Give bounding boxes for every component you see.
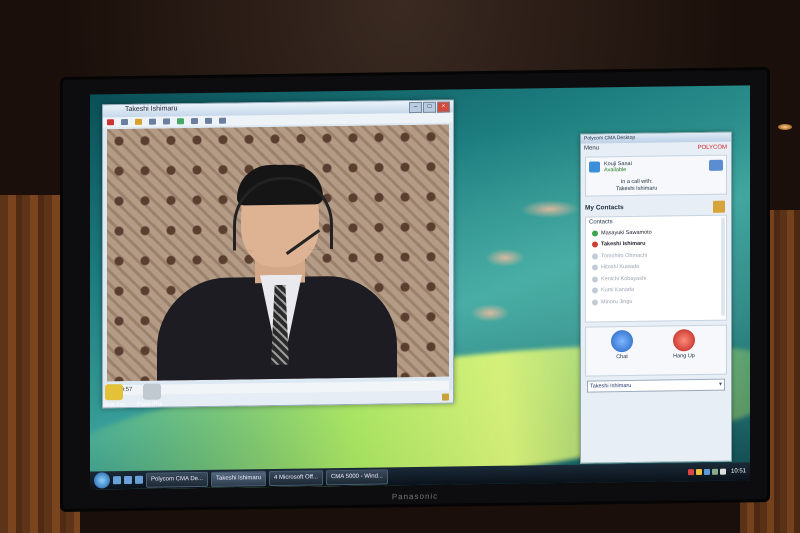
presence-icon [592, 241, 598, 248]
end-call-icon[interactable] [107, 119, 114, 126]
layout-icon[interactable] [191, 118, 198, 125]
hang-up-button[interactable]: Hang Up [670, 329, 698, 359]
presence-icon [592, 230, 598, 237]
tray-icon[interactable] [687, 469, 694, 476]
call-actions: Chat Hang Up [585, 324, 727, 377]
volume-icon[interactable] [149, 118, 156, 125]
user-status[interactable]: Available [604, 167, 626, 173]
call-info: In a call with: Takeshi Ishimaru [616, 178, 658, 193]
contacts-panel[interactable]: Polycom CMA Desktop Menu POLYCOM Kouji S… [580, 131, 732, 464]
presence-icon [592, 264, 598, 271]
start-button[interactable] [94, 472, 110, 489]
polycom-logo: POLYCOM [697, 144, 727, 152]
quick-launch-icon[interactable] [135, 475, 143, 484]
share-icon[interactable] [177, 118, 184, 125]
avatar [589, 161, 600, 173]
contact-list[interactable]: Contacts Masayuki Sawamoto Takeshi Ishim… [585, 214, 727, 323]
presence-icon [592, 276, 598, 283]
television: Takeshi Ishimaru – □ × BlueJon PowerPoi.… [60, 67, 770, 512]
presence-card: Kouji Sanai Available In a call with: Ta… [585, 154, 727, 197]
ceiling-light [778, 124, 792, 130]
quick-launch-icon[interactable] [113, 476, 121, 485]
lock-icon [442, 393, 449, 401]
speaker-icon[interactable] [163, 118, 170, 125]
video-call-window[interactable]: Takeshi Ishimaru – □ × [102, 99, 454, 409]
settings-icon[interactable] [219, 117, 226, 124]
tray-icon[interactable] [703, 468, 710, 475]
window-title: Takeshi Ishimaru [125, 105, 178, 114]
presence-icon [592, 299, 598, 306]
chat-icon [611, 329, 633, 353]
bluejon-icon [105, 384, 123, 401]
minimize-icon[interactable]: – [409, 101, 422, 114]
contact-row[interactable]: Minoru Jingu [586, 295, 726, 308]
menu-button[interactable]: Menu POLYCOM [581, 142, 731, 155]
remote-video-feed [107, 124, 449, 382]
quick-launch-icon[interactable] [124, 475, 132, 485]
presence-icon [592, 287, 598, 294]
my-contacts-header: My Contacts [585, 200, 727, 215]
desktop-screen: Takeshi Ishimaru – □ × BlueJon PowerPoi.… [90, 85, 750, 490]
taskbar-item[interactable]: 4 Microsoft Off... [269, 469, 323, 486]
wallpaper-sparkle [470, 303, 510, 323]
taskbar-item[interactable]: CMA 5000 - Wind... [325, 468, 388, 485]
tray-icon[interactable] [711, 468, 718, 475]
microphone-icon[interactable] [135, 118, 142, 125]
hang-up-icon [673, 329, 695, 352]
contact-list-scrollbar[interactable] [721, 217, 725, 316]
presence-icon [592, 253, 598, 260]
desktop-icon[interactable]: PowerPoi... [130, 383, 174, 408]
close-icon[interactable]: × [437, 101, 450, 113]
chat-button[interactable]: Chat [608, 329, 636, 360]
tv-brand-logo: Panasonic [391, 491, 439, 502]
camera-icon[interactable] [121, 119, 128, 126]
volume-icon[interactable] [719, 468, 726, 475]
camera-icon[interactable] [709, 159, 723, 171]
fullscreen-icon[interactable] [205, 117, 212, 124]
address-book-icon[interactable] [713, 200, 725, 213]
wallpaper-sparkle [520, 199, 580, 219]
caller-person [137, 163, 407, 382]
powerpoint-icon [143, 383, 161, 400]
taskbar-item[interactable]: Polycom CMA De... [146, 471, 209, 488]
system-tray: 10:51 [687, 468, 750, 476]
taskbar-item[interactable]: Takeshi Ishimaru [211, 470, 267, 487]
tray-icon[interactable] [695, 468, 702, 476]
wallpaper-sparkle [485, 248, 525, 268]
maximize-icon[interactable]: □ [423, 101, 436, 113]
contact-select[interactable]: Takeshi Ishimaru [587, 378, 725, 393]
clock[interactable]: 10:51 [731, 468, 746, 474]
